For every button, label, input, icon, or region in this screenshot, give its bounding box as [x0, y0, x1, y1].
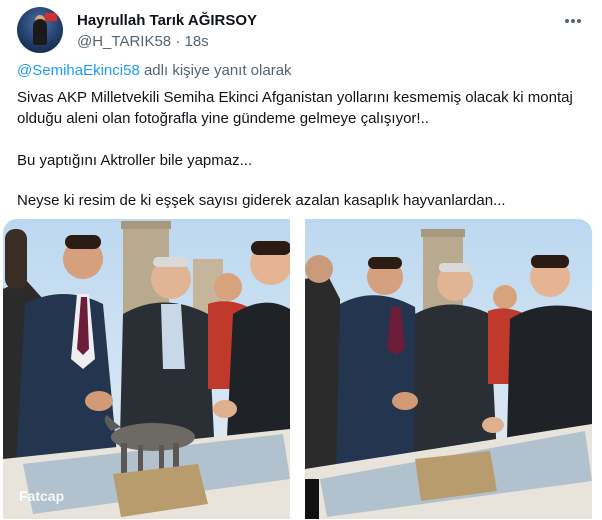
photo-1-sign: Fatcap	[19, 488, 64, 504]
photo-2-scene	[305, 219, 592, 519]
tweet-time[interactable]: 18s	[185, 33, 209, 50]
reply-context: @SemihaEkinci58 adlı kişiye yanıt olarak	[17, 62, 292, 79]
tweet-photo-1[interactable]: Fatcap	[3, 219, 290, 519]
tweet[interactable]: Hayrullah Tarık AĞIRSOY @H_TARIK58 · 18s…	[0, 0, 602, 520]
tweet-paragraph-3: Neyse ki resim de ki eşşek sayısı gidere…	[17, 192, 506, 209]
avatar[interactable]	[17, 7, 63, 53]
author-meta: @H_TARIK58 · 18s	[77, 33, 209, 50]
tweet-photo-2[interactable]	[305, 219, 592, 519]
meta-separator: ·	[175, 33, 181, 50]
reply-mention-link[interactable]: @SemihaEkinci58	[17, 62, 140, 79]
avatar-figure-body	[33, 19, 47, 45]
photo-1-scene: Fatcap	[3, 219, 290, 519]
more-horizontal-icon[interactable]	[562, 10, 584, 32]
reply-suffix: adlı kişiye yanıt olarak	[139, 62, 292, 79]
author-handle[interactable]: @H_TARIK58	[77, 33, 171, 50]
tweet-paragraph-1: Sivas AKP Milletvekili Semiha Ekinci Afg…	[17, 89, 573, 127]
more-dots	[565, 19, 581, 23]
author-name[interactable]: Hayrullah Tarık AĞIRSOY	[77, 12, 257, 29]
tweet-paragraph-2: Bu yaptığını Aktroller bile yapmaz...	[17, 152, 253, 169]
avatar-flag	[45, 13, 57, 21]
